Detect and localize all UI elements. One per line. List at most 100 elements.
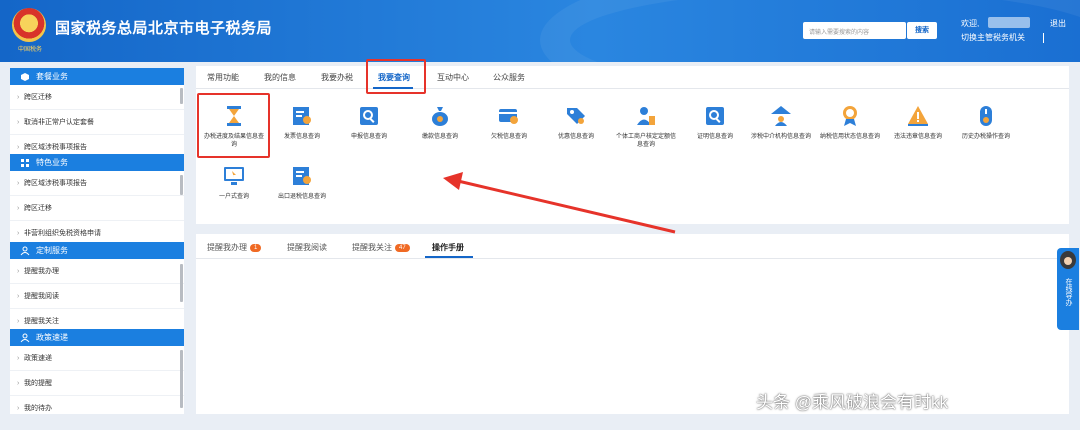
sidebar-item[interactable]: 我的待办 bbox=[10, 396, 184, 414]
tab-remind-handle[interactable]: 提醒我办理 1 bbox=[207, 242, 262, 253]
sidebar-scrollbar[interactable] bbox=[180, 175, 183, 195]
online-guide-label: 在线导办 bbox=[1065, 278, 1072, 306]
divider bbox=[1043, 33, 1044, 43]
sidebar-scrollbar[interactable] bbox=[180, 350, 183, 408]
func-payment-query[interactable]: 缴款信息查询 bbox=[410, 104, 470, 141]
func-export-refund-query[interactable]: 出口退税信息查询 bbox=[272, 164, 332, 201]
func-label: 出口退税信息查询 bbox=[277, 194, 326, 200]
func-label: 违法违章信息查询 bbox=[893, 134, 942, 140]
tab-common[interactable]: 常用功能 bbox=[207, 72, 239, 83]
annotation-box-tab bbox=[366, 59, 426, 94]
sidebar-item[interactable]: 跨区迁移 bbox=[10, 85, 184, 110]
count-badge: 1 bbox=[250, 244, 262, 252]
sidebar-section-package: 套餐业务 跨区迁移 取消非正常户认定套餐 跨区域涉税事项报告 bbox=[10, 68, 184, 160]
assistant-avatar-icon bbox=[1060, 251, 1076, 269]
site-header: 中国税务 国家税务总局北京市电子税务局 请输入需要搜索的内容 搜索 欢迎, 切换… bbox=[0, 0, 1080, 62]
func-invoice-query[interactable]: 发票信息查询 bbox=[272, 104, 332, 141]
sidebar-header-label: 定制服务 bbox=[36, 246, 68, 255]
func-declaration-query[interactable]: 申报信息查询 bbox=[339, 104, 399, 141]
history-mouse-icon bbox=[980, 106, 992, 126]
sidebar-scrollbar[interactable] bbox=[180, 264, 183, 302]
tab-remind-read[interactable]: 提醒我阅读 bbox=[287, 242, 327, 253]
func-label: 欠税信息查询 bbox=[490, 134, 527, 140]
tab-label: 提醒我阅读 bbox=[287, 243, 327, 252]
sidebar-header-special[interactable]: 特色业务 bbox=[10, 154, 184, 171]
card-search-icon bbox=[499, 109, 518, 124]
search-input[interactable]: 请输入需要搜索的内容 bbox=[803, 22, 906, 39]
sidebar-header-label: 套餐业务 bbox=[36, 72, 68, 81]
annotation-box-function bbox=[197, 93, 270, 158]
tab-manual[interactable]: 操作手册 bbox=[432, 242, 464, 253]
active-tab-underline bbox=[425, 256, 473, 258]
reminder-panel: 提醒我办理 1 提醒我阅读 提醒我关注 47 操作手册 bbox=[196, 234, 1069, 414]
switch-org-link[interactable]: 切换主管税务机关 bbox=[961, 32, 1025, 43]
tab-remind-follow[interactable]: 提醒我关注 47 bbox=[352, 242, 410, 253]
sidebar-section-custom: 定制服务 提醒我办理 提醒我阅读 提醒我关注 bbox=[10, 242, 184, 334]
sidebar-scrollbar[interactable] bbox=[180, 88, 183, 104]
money-bag-icon bbox=[432, 107, 448, 126]
username-redacted bbox=[988, 17, 1030, 28]
credit-medal-icon bbox=[843, 106, 857, 126]
sidebar-item[interactable]: 政策速递 bbox=[10, 346, 184, 371]
func-agency-query[interactable]: 涉税中介机构信息查询 bbox=[751, 104, 811, 141]
func-arrears-query[interactable]: 欠税信息查询 bbox=[479, 104, 539, 141]
export-search-icon bbox=[293, 167, 311, 185]
func-label: 申报信息查询 bbox=[350, 134, 387, 140]
grid-icon bbox=[21, 158, 29, 167]
sidebar-item[interactable]: 提醒我阅读 bbox=[10, 284, 184, 309]
tab-interaction[interactable]: 互动中心 bbox=[437, 72, 469, 83]
func-label: 缴款信息查询 bbox=[421, 134, 458, 140]
sidebar-header-label: 特色业务 bbox=[36, 158, 68, 167]
welcome-text: 欢迎, bbox=[961, 19, 980, 28]
tab-my-info[interactable]: 我的信息 bbox=[264, 72, 296, 83]
func-label: 纳税信用状态信息查询 bbox=[820, 134, 881, 140]
search-button[interactable]: 搜索 bbox=[907, 22, 937, 39]
monitor-icon bbox=[224, 167, 244, 185]
tax-emblem-logo bbox=[12, 8, 46, 42]
reminder-tabs: 提醒我办理 1 提醒我阅读 提醒我关注 47 操作手册 bbox=[196, 234, 1069, 259]
person-doc-icon bbox=[637, 107, 655, 125]
sidebar-item[interactable]: 我的提醒 bbox=[10, 371, 184, 396]
watermark: 头条 @乘风破浪会有时kk bbox=[756, 393, 948, 412]
func-one-stop-query[interactable]: 一户式查询 bbox=[204, 164, 264, 201]
site-title: 国家税务总局北京市电子税务局 bbox=[55, 20, 273, 37]
main-tabs: 常用功能 我的信息 我要办税 我要查询 互动中心 公众服务 bbox=[196, 66, 1069, 89]
func-label: 历史办税操作查询 bbox=[961, 134, 1010, 140]
func-individual-quota-query[interactable]: 个体工商户核定定额信息查询 bbox=[616, 104, 676, 149]
warning-icon bbox=[908, 106, 928, 126]
sidebar-header-policy[interactable]: 政策速递 bbox=[10, 329, 184, 346]
func-discount-query[interactable]: 优惠信息查询 bbox=[546, 104, 606, 141]
package-icon bbox=[21, 72, 29, 81]
user-icon bbox=[20, 246, 30, 255]
tab-tax-handling[interactable]: 我要办税 bbox=[321, 72, 353, 83]
sidebar-item[interactable]: 跨区迁移 bbox=[10, 196, 184, 221]
query-panel: 常用功能 我的信息 我要办税 我要查询 互动中心 公众服务 办税进度及结果信息查… bbox=[196, 66, 1069, 224]
sidebar-item[interactable]: 提醒我办理 bbox=[10, 259, 184, 284]
tab-label: 提醒我办理 bbox=[207, 243, 247, 252]
func-certificate-query[interactable]: 证明信息查询 bbox=[685, 104, 745, 141]
user-icon bbox=[20, 333, 30, 342]
sidebar-item[interactable]: 跨区域涉税事项报告 bbox=[10, 171, 184, 196]
tab-label: 提醒我关注 bbox=[352, 243, 392, 252]
agency-icon bbox=[771, 106, 791, 126]
tab-public-service[interactable]: 公众服务 bbox=[493, 72, 525, 83]
sidebar-item[interactable]: 取消非正常户认定套餐 bbox=[10, 110, 184, 135]
invoice-search-icon bbox=[293, 107, 311, 125]
func-history-query[interactable]: 历史办税操作查询 bbox=[956, 104, 1016, 141]
sidebar-header-custom[interactable]: 定制服务 bbox=[10, 242, 184, 259]
func-label: 个体工商户核定定额信息查询 bbox=[616, 134, 677, 148]
online-guide-button[interactable]: 在线导办 bbox=[1057, 248, 1079, 330]
func-violation-query[interactable]: 违法违章信息查询 bbox=[888, 104, 948, 141]
func-label: 涉税中介机构信息查询 bbox=[751, 134, 812, 140]
sidebar-header-package[interactable]: 套餐业务 bbox=[10, 68, 184, 85]
logout-link[interactable]: 退出 bbox=[1050, 18, 1066, 29]
declaration-search-icon bbox=[360, 107, 378, 125]
certificate-search-icon bbox=[706, 107, 724, 125]
func-label: 优惠信息查询 bbox=[557, 134, 594, 140]
func-label: 发票信息查询 bbox=[283, 134, 320, 140]
tab-label: 操作手册 bbox=[432, 243, 464, 252]
func-label: 一户式查询 bbox=[218, 194, 249, 200]
func-credit-query[interactable]: 纳税信用状态信息查询 bbox=[820, 104, 880, 141]
sidebar-section-special: 特色业务 跨区域涉税事项报告 跨区迁移 非营利组织免税资格申请 bbox=[10, 154, 184, 246]
sidebar-header-label: 政策速递 bbox=[36, 333, 68, 342]
